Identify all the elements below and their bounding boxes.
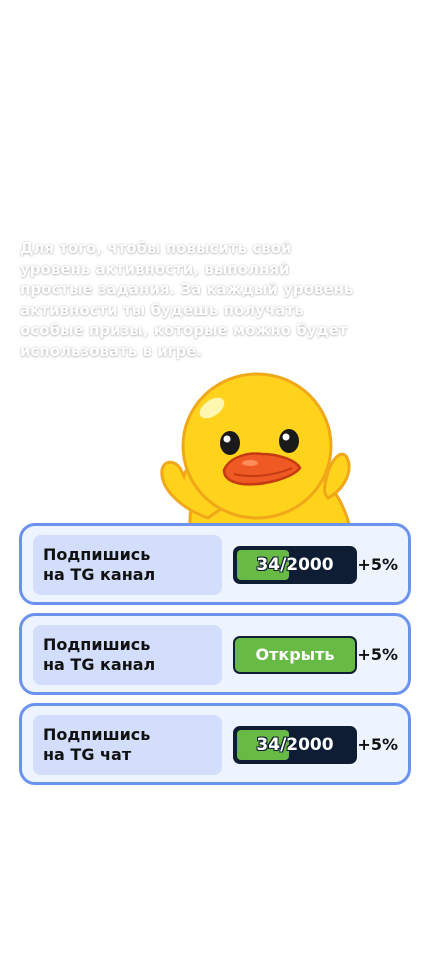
progress-label: 34/2000 bbox=[256, 735, 334, 755]
task-title-line2: на TG канал bbox=[43, 655, 156, 674]
reward-percent: +5% bbox=[357, 555, 398, 574]
task-progress-bar: 34/2000 bbox=[233, 546, 357, 584]
open-button[interactable]: Открыть bbox=[233, 636, 357, 674]
reward-percent: +5% bbox=[357, 735, 398, 754]
intro-line: Для того, чтобы повысить свой bbox=[20, 239, 292, 257]
task-title-line1: Подпишись bbox=[43, 635, 151, 654]
task-title-line2: на TG чат bbox=[43, 745, 132, 764]
task-title-line1: Подпишись bbox=[43, 545, 151, 564]
task-progress-bar: 34/2000 bbox=[233, 726, 357, 764]
intro-line: особые призы, которые можно будет bbox=[20, 321, 348, 339]
progress-label: 34/2000 bbox=[256, 555, 334, 575]
task-title-line1: Подпишись bbox=[43, 725, 151, 744]
intro-line: активности ты будешь получать bbox=[20, 300, 304, 319]
activity-tasks-screen: Для того, чтобы повысить свой уровень ак… bbox=[0, 0, 440, 956]
task-title: Подпишись на TG канал bbox=[33, 625, 222, 685]
intro-line: уровень активности, выполняй bbox=[20, 259, 290, 278]
task-title-line2: на TG канал bbox=[43, 565, 156, 584]
task-card-subscribe-chat: Подпишись на TG чат 34/2000 +5% bbox=[19, 703, 411, 785]
task-card-subscribe-channel: Подпишись на TG канал 34/2000 +5% bbox=[19, 523, 411, 605]
task-title: Подпишись на TG чат bbox=[33, 715, 222, 775]
reward-percent: +5% bbox=[357, 645, 398, 664]
task-card-subscribe-channel: Подпишись на TG канал Открыть +5% bbox=[19, 613, 411, 695]
intro-line: простые задания. За каждый уровень bbox=[20, 280, 354, 298]
intro-line: использовать в игре. bbox=[20, 341, 203, 360]
duck-mascot-illustration bbox=[160, 372, 352, 528]
intro-text: Для того, чтобы повысить свой уровень ак… bbox=[20, 238, 370, 361]
task-title: Подпишись на TG канал bbox=[33, 535, 222, 595]
